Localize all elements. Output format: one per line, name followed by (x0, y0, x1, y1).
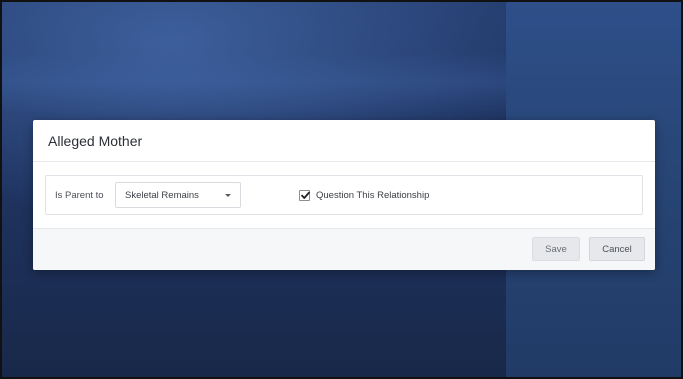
relationship-label: Is Parent to (55, 189, 104, 201)
save-button[interactable]: Save (532, 237, 580, 261)
relationship-dialog: Alleged Mother Is Parent to Skeletal Rem… (33, 120, 655, 270)
relationship-select[interactable]: Skeletal Remains (115, 182, 241, 208)
cancel-button[interactable]: Cancel (589, 237, 645, 261)
dialog-title: Alleged Mother (48, 132, 143, 149)
checkmark-icon (301, 191, 310, 199)
background-highlight (2, 52, 506, 112)
dialog-footer: Save Cancel (33, 228, 655, 270)
dialog-header: Alleged Mother (33, 120, 655, 162)
relationship-row: Is Parent to Skeletal Remains Question T… (45, 175, 643, 215)
question-relationship-checkbox[interactable] (299, 189, 310, 201)
question-relationship-label: Question This Relationship (316, 189, 430, 201)
relationship-select-value: Skeletal Remains (125, 189, 199, 201)
screen-frame: Alleged Mother Is Parent to Skeletal Rem… (0, 0, 683, 379)
caret-down-icon (225, 194, 231, 197)
dialog-body: Is Parent to Skeletal Remains Question T… (33, 162, 655, 230)
question-relationship-toggle[interactable]: Question This Relationship (299, 189, 430, 201)
